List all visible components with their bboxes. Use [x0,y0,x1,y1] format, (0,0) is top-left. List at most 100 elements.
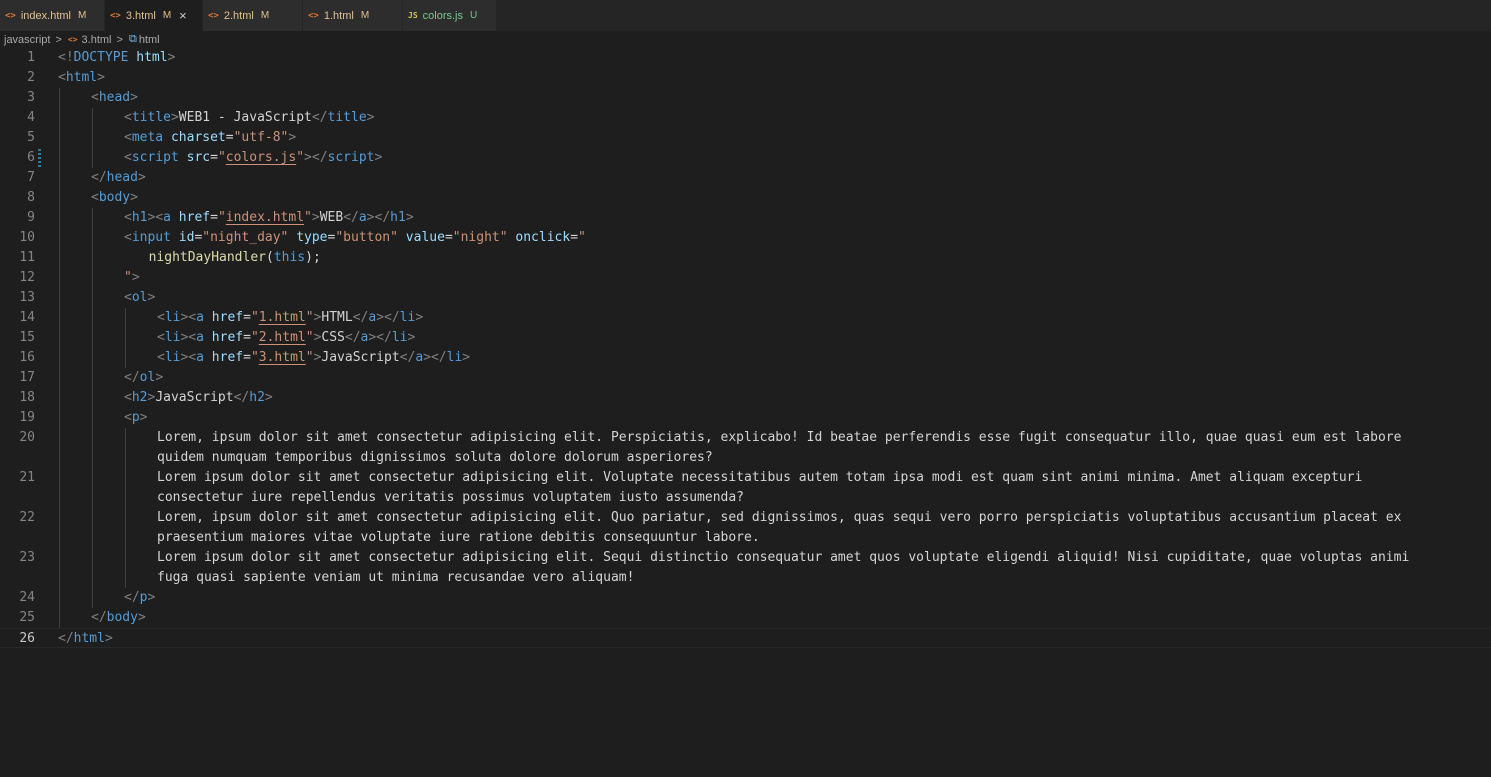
code-line[interactable]: 24 </p> [0,588,1491,608]
punctuation-token: <! [58,50,74,65]
punctuation-token: < [124,110,132,125]
punctuation-token: < [124,150,132,165]
breadcrumb-folder[interactable]: javascript [4,34,50,46]
string-token: "night_day" [202,230,289,245]
js-file-icon: JS [408,11,418,20]
line-number: 6 [27,150,35,165]
punctuation-token: > [264,390,273,405]
code-line[interactable]: 13 <ol> [0,288,1491,308]
code-line[interactable]: 19 <p> [0,408,1491,428]
code-line[interactable]: 16 <li><a href="3.html">JavaScript</a></l… [0,348,1491,368]
tag-name-token: li [391,330,408,345]
tag-name-token: script [131,150,179,165]
code-text: <li><a href="1.html">HTML</a></li> [157,308,423,328]
code-line[interactable]: 18 <h2>JavaScript</h2> [0,388,1491,408]
code-line[interactable]: 8 <body> [0,188,1491,208]
text-token: = [243,330,251,345]
tag-name-token: meta [131,130,164,145]
string-token: " [304,210,312,225]
indent-guide [92,208,93,608]
text-token: = [210,210,218,225]
git-status-badge: M [360,10,370,21]
code-text: Lorem ipsum dolor sit amet consectetur a… [157,468,1362,488]
git-modified-marker[interactable] [38,149,41,167]
code-text: <li><a href="2.html">CSS</a></li> [157,328,415,348]
code-line[interactable]: 17 </ol> [0,368,1491,388]
close-icon[interactable]: × [179,9,187,22]
link-token: 1.html [258,310,306,325]
code-line[interactable]: 23 Lorem ipsum dolor sit amet consectetur… [0,548,1491,588]
punctuation-token: < [124,390,132,405]
code-line[interactable]: 25 </body> [0,608,1491,628]
code-line[interactable]: 6 <script src="colors.js"></script> [0,148,1491,168]
code-line[interactable]: 15 <li><a href="2.html">CSS</a></li> [0,328,1491,348]
code-line[interactable]: 7 </head> [0,168,1491,188]
punctuation-token: > [130,90,138,105]
code-text: <title>WEB1 - JavaScript</title> [124,108,374,128]
string-token: " [305,350,314,365]
punctuation-token: >< [180,330,197,345]
tag-name-token: h1 [131,210,148,225]
tab-index-html[interactable]: <> index.html M [0,0,105,31]
breadcrumb-file[interactable]: 3.html [82,34,112,46]
code-text: nightDayHandler(this); [149,248,321,268]
tag-name-token: h2 [131,390,148,405]
code-line[interactable]: 21 Lorem ipsum dolor sit amet consectetur… [0,468,1491,508]
line-number: 22 [19,510,35,525]
tab-3-html[interactable]: <> 3.html M × [105,0,203,31]
text-token: = [243,350,251,365]
line-number: 16 [19,350,35,365]
string-token: " [124,270,132,285]
code-text: <html> [58,68,105,88]
tab-colors-js[interactable]: JS colors.js U [403,0,497,31]
code-line[interactable]: 22 Lorem, ipsum dolor sit amet consectetu… [0,508,1491,548]
punctuation-token: </ [311,110,328,125]
punctuation-token: </ [124,370,140,385]
code-text: </html> [58,629,113,649]
code-line[interactable]: 20 Lorem, ipsum dolor sit amet consectetu… [0,428,1491,468]
line-number: 3 [27,90,35,105]
code-line[interactable]: 5 <meta charset="utf-8"> [0,128,1491,148]
tab-1-html[interactable]: <> 1.html M [303,0,403,31]
tab-label: colors.js [422,9,463,22]
code-text: </head> [91,168,146,188]
chevron-right-icon: > [55,33,62,46]
wrapped-code-text: praesentium maiores vitae voluptate iure… [157,530,760,545]
link-token: index.html [225,210,305,225]
code-line[interactable]: 26 </html> [0,628,1491,648]
line-number: 19 [19,410,35,425]
code-line[interactable]: 1 <!DOCTYPE html> [0,48,1491,68]
code-line[interactable]: 11 nightDayHandler(this); [0,248,1491,268]
punctuation-token: > [311,210,320,225]
text-token: ( [266,250,274,265]
punctuation-token: > [170,110,179,125]
string-token: " [217,210,226,225]
punctuation-token: > [366,110,375,125]
code-text: <p> [124,408,147,428]
code-line[interactable]: 3 <head> [0,88,1491,108]
attribute-token: href [211,310,244,325]
breadcrumb-symbol[interactable]: html [139,34,160,46]
code-text: <body> [91,188,138,208]
tag-name-token: a [196,350,204,365]
punctuation-token: > [155,370,164,385]
code-line[interactable]: 2 <html> [0,68,1491,88]
code-line[interactable]: 4 <title>WEB1 - JavaScript</title> [0,108,1491,128]
link-token: colors.js [225,150,297,165]
punctuation-token: > [374,150,383,165]
code-line[interactable]: 10 <input id = "night_day" type = "button" va… [0,228,1491,248]
string-token: " [250,350,259,365]
keyword-token: this [273,250,306,265]
code-line[interactable]: 12 "> [0,268,1491,288]
punctuation-token: </ [91,610,107,625]
punctuation-token: > [147,290,156,305]
html-file-icon: <> [308,10,319,21]
punctuation-token: ></ [376,310,400,325]
tab-2-html[interactable]: <> 2.html M [203,0,303,31]
code-line[interactable]: 14 <li><a href="1.html">HTML</a></li> [0,308,1491,328]
code-editor[interactable]: 1 <!DOCTYPE html> 2 <html> 3 <head> 4 <title>WE… [0,48,1491,777]
code-line[interactable]: 9 <h1><a href="index.html">WEB</a></h1> [0,208,1491,228]
code-text: <input id = "night_day" type = "button" valu… [124,228,586,248]
